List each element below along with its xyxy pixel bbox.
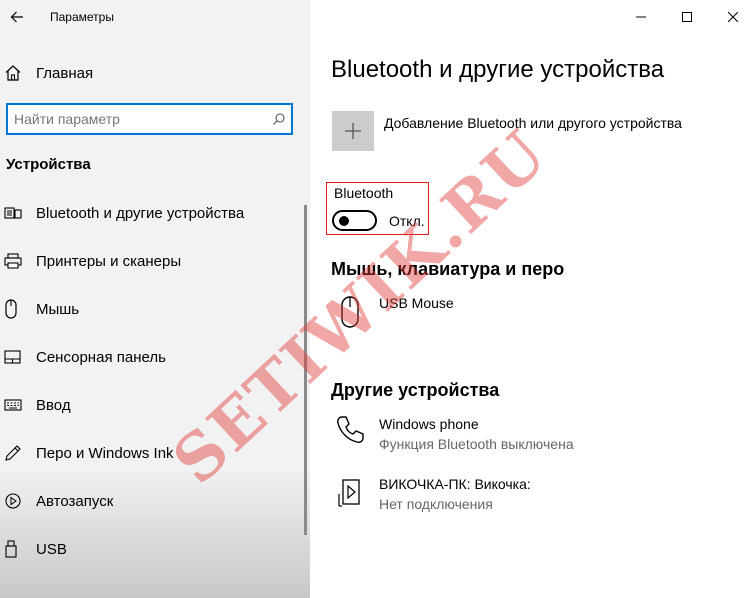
sidebar-item-typing[interactable]: Ввод bbox=[0, 381, 300, 429]
add-device-button[interactable]: Добавление Bluetooth или другого устройс… bbox=[332, 111, 682, 151]
mouse-section-title: Мышь, клавиатура и перо bbox=[331, 259, 565, 279]
sidebar-item-label: Сенсорная панель bbox=[36, 348, 166, 366]
device-name: Windows phone bbox=[379, 416, 479, 432]
mouse-icon bbox=[332, 293, 368, 333]
media-device-icon bbox=[332, 474, 368, 514]
sidebar: Параметры Главная Устройства bbox=[0, 0, 310, 598]
sidebar-item-touchpad[interactable]: Сенсорная панель bbox=[0, 333, 300, 381]
sidebar-item-bluetooth[interactable]: Bluetooth и другие устройства bbox=[0, 189, 300, 237]
sidebar-item-pen[interactable]: Перо и Windows Ink bbox=[0, 429, 300, 477]
device-windows-phone[interactable]: Windows phone Функция Bluetooth выключен… bbox=[332, 414, 574, 454]
back-button[interactable] bbox=[0, 0, 34, 34]
home-icon bbox=[4, 63, 32, 83]
autoplay-icon bbox=[4, 491, 32, 511]
pen-icon bbox=[4, 443, 32, 463]
sidebar-item-label: Перо и Windows Ink bbox=[36, 444, 174, 462]
device-text: USB Mouse bbox=[379, 293, 454, 333]
sidebar-nav: Bluetooth и другие устройства Принтеры и… bbox=[0, 189, 300, 573]
main-content: Bluetooth и другие устройства Добавление… bbox=[310, 0, 756, 598]
touchpad-icon bbox=[4, 347, 32, 367]
bluetooth-toggle-state: Откл. bbox=[389, 213, 425, 229]
device-vikochka-pc[interactable]: ВИКОЧКА-ПК: Викочка: Нет подключения bbox=[332, 474, 531, 514]
back-arrow-icon bbox=[10, 11, 23, 23]
page-title: Bluetooth и другие устройства bbox=[331, 56, 665, 83]
close-icon bbox=[728, 12, 738, 22]
sidebar-item-label: USB bbox=[36, 540, 67, 558]
device-text: ВИКОЧКА-ПК: Викочка: Нет подключения bbox=[379, 474, 531, 514]
device-status: Функция Bluetooth выключена bbox=[379, 436, 574, 452]
printer-icon bbox=[4, 251, 32, 271]
sidebar-item-label: Ввод bbox=[36, 396, 71, 414]
keyboard-icon bbox=[4, 395, 32, 415]
sidebar-item-label: Принтеры и сканеры bbox=[36, 252, 182, 270]
sidebar-item-usb[interactable]: USB bbox=[0, 525, 300, 573]
toggle-knob bbox=[339, 216, 349, 226]
other-section-title: Другие устройства bbox=[331, 380, 500, 400]
minimize-button[interactable] bbox=[618, 0, 664, 34]
plus-icon bbox=[345, 123, 361, 139]
add-tile bbox=[332, 111, 374, 151]
sidebar-item-printers[interactable]: Принтеры и сканеры bbox=[0, 237, 300, 285]
search-input[interactable] bbox=[8, 105, 267, 133]
bluetooth-toggle[interactable] bbox=[332, 210, 377, 231]
sidebar-item-autoplay[interactable]: Автозапуск bbox=[0, 477, 300, 525]
sidebar-item-label: Bluetooth и другие устройства bbox=[36, 204, 245, 222]
bluetooth-devices-icon bbox=[4, 203, 32, 223]
titlebar-left: Параметры bbox=[0, 0, 310, 34]
close-button[interactable] bbox=[710, 0, 756, 34]
device-text: Windows phone Функция Bluetooth выключен… bbox=[379, 414, 574, 454]
device-name: ВИКОЧКА-ПК: Викочка: bbox=[379, 476, 531, 492]
minimize-icon bbox=[636, 16, 646, 18]
bluetooth-label: Bluetooth bbox=[334, 185, 394, 201]
bluetooth-highlight-box: Bluetooth Откл. bbox=[326, 182, 429, 235]
maximize-icon bbox=[682, 12, 692, 22]
device-status: Нет подключения bbox=[379, 496, 493, 512]
window-title: Параметры bbox=[50, 10, 114, 24]
sidebar-item-mouse[interactable]: Мышь bbox=[0, 285, 300, 333]
window-controls bbox=[618, 0, 756, 34]
device-name: USB Mouse bbox=[379, 295, 454, 311]
search-box[interactable] bbox=[6, 103, 293, 135]
add-device-label: Добавление Bluetooth или другого устройс… bbox=[384, 115, 682, 131]
usb-icon bbox=[4, 539, 32, 559]
section-title: Устройства bbox=[6, 156, 91, 173]
phone-icon bbox=[332, 414, 368, 454]
search-icon[interactable] bbox=[267, 107, 291, 131]
home-label: Главная bbox=[36, 64, 94, 82]
sidebar-item-home[interactable]: Главная bbox=[0, 58, 300, 88]
sidebar-item-label: Автозапуск bbox=[36, 492, 114, 510]
sidebar-scrollbar[interactable] bbox=[304, 205, 307, 535]
sidebar-item-label: Мышь bbox=[36, 300, 80, 318]
mouse-icon bbox=[4, 299, 32, 319]
device-usb-mouse[interactable]: USB Mouse bbox=[332, 293, 454, 333]
maximize-button[interactable] bbox=[664, 0, 710, 34]
